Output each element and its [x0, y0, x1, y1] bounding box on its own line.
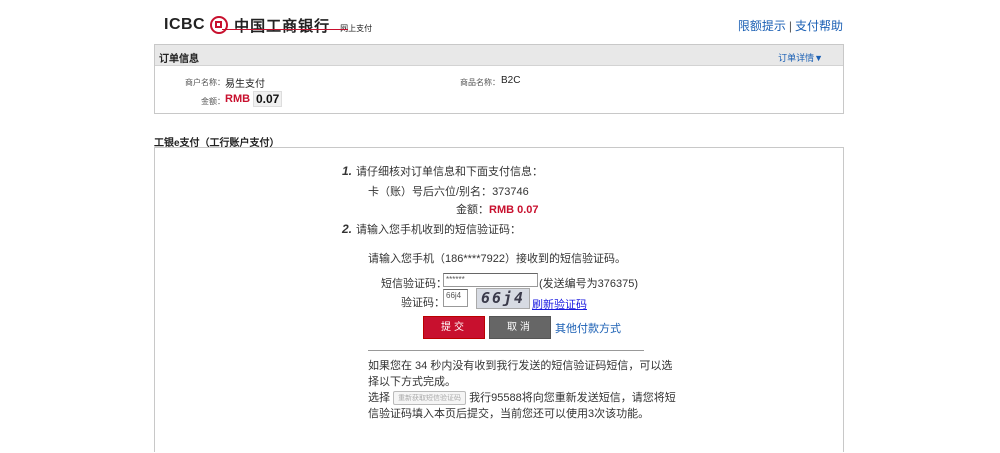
icbc-emblem-icon — [210, 16, 229, 34]
pay-amount-value: RMB 0.07 — [489, 204, 539, 216]
payment-panel: 1. 请仔细核对订单信息和下面支付信息： 卡（账）号后六位/别名：373746 金… — [154, 147, 844, 452]
order-amount-label: 金额： — [201, 97, 225, 106]
sms-code-input[interactable]: ****** — [443, 273, 538, 287]
card-label: 卡（账）号后六位/别名： — [368, 186, 493, 198]
header-links: 限额提示 | 支付帮助 — [738, 17, 843, 34]
step1-text: 请仔细核对订单信息和下面支付信息： — [356, 166, 544, 178]
logo-underline — [222, 29, 348, 30]
sms-prompt: 请输入您手机（186****7922）接收到的短信验证码。 — [368, 253, 626, 265]
step2: 2. 请输入您手机收到的短信验证码： — [342, 221, 521, 237]
refresh-captcha-link[interactable]: 刷新验证码 — [532, 296, 587, 312]
order-info-header: 订单信息 订单详情▼ — [155, 45, 843, 66]
resend-sms-button[interactable]: 重新获取短信验证码 — [393, 391, 467, 406]
limit-tips-link[interactable]: 限额提示 — [738, 19, 786, 33]
step2-number: 2. — [342, 222, 353, 236]
bank-sub: 网上支付 — [340, 23, 373, 33]
sms-send-note: (发送编号为376375) — [539, 278, 639, 290]
notice-line1: 如果您在 34 秒内没有收到我行发送的短信验证码短信，可以选 — [368, 360, 673, 372]
order-amount-currency: RMB — [225, 93, 251, 105]
separator: | — [788, 19, 792, 33]
order-amount-value: 0.07 — [253, 91, 283, 107]
product-label: 商品名称： — [460, 78, 500, 87]
order-info-title: 订单信息 — [159, 54, 199, 65]
sms-label: 短信验证码： — [381, 278, 447, 290]
logo-text: ICBC — [164, 16, 206, 33]
notice-line4: 信验证码填入本页后提交，当前您还可以使用3次该功能。 — [368, 408, 650, 420]
notice-line2: 择以下方式完成。 — [368, 376, 456, 388]
order-detail-toggle[interactable]: 订单详情▼ — [778, 51, 823, 64]
captcha-label: 验证码： — [401, 297, 445, 309]
other-payment-link[interactable]: 其他付款方式 — [555, 320, 621, 336]
merchant-label: 商户名称： — [185, 78, 225, 87]
product-value: B2C — [501, 75, 521, 86]
step1: 1. 请仔细核对订单信息和下面支付信息： — [342, 163, 543, 179]
card-row: 卡（账）号后六位/别名：373746 — [368, 183, 529, 199]
payment-help-link[interactable]: 支付帮助 — [795, 19, 843, 33]
icbc-logo: ICBC 中国工商银行 网上支付 — [164, 14, 372, 36]
pay-amount-row: 金额：RMB 0.07 — [456, 201, 539, 217]
order-info-panel: 订单信息 订单详情▼ 商户名称： 易生支付 商品名称： B2C 金额： RMB … — [154, 44, 844, 114]
pay-amount-label: 金额： — [456, 204, 489, 216]
notice-line3: 选择 重新获取短信验证码 我行95588将向您重新发送短信，请您将短 — [368, 389, 676, 406]
submit-button[interactable]: 提交 — [423, 316, 485, 339]
step1-number: 1. — [342, 164, 353, 178]
captcha-image: 66j4 — [476, 288, 530, 309]
captcha-input[interactable]: 66j4 — [443, 289, 468, 307]
card-value: 373746 — [492, 186, 529, 198]
bank-name: 中国工商银行 — [234, 16, 331, 35]
notice-choose: 选择 — [368, 392, 390, 404]
cancel-button[interactable]: 取消 — [489, 316, 551, 339]
merchant-value: 易生支付 — [225, 79, 265, 90]
step2-text: 请输入您手机收到的短信验证码： — [356, 224, 522, 236]
divider — [368, 350, 644, 351]
notice-line3-rest: 我行95588将向您重新发送短信，请您将短 — [469, 392, 676, 404]
